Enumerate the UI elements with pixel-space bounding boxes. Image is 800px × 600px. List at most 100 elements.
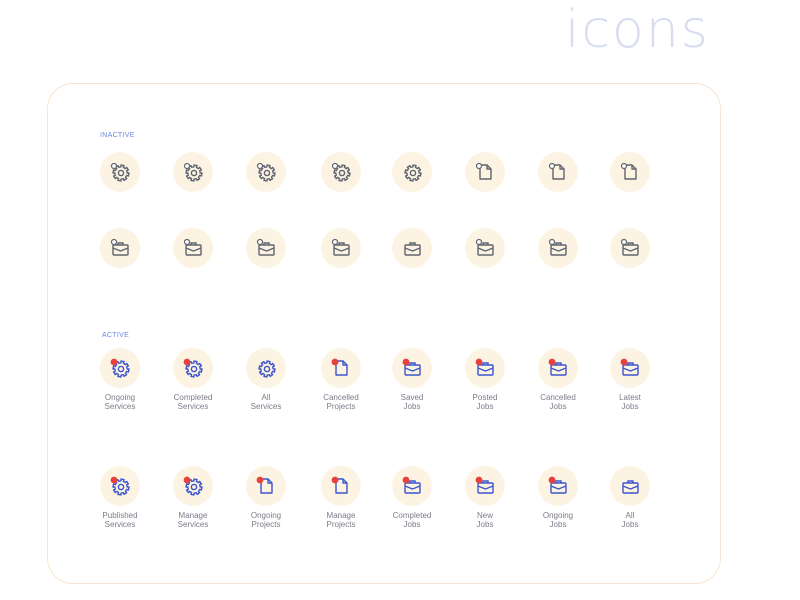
icon-caption-line: Jobs (403, 402, 421, 411)
document-icon-button[interactable] (321, 466, 361, 506)
icon-caption-line: Services (177, 402, 209, 411)
icon-caption-line: Jobs (621, 402, 639, 411)
briefcase-icon (331, 238, 350, 256)
icon-caption-line: Services (104, 520, 136, 529)
gear-icon (183, 162, 203, 182)
icon-caption: Posted Jobs (445, 393, 525, 411)
icon-tile (518, 152, 598, 232)
status-dot (620, 238, 628, 246)
icon-tile: All Services (226, 348, 306, 428)
briefcase-icon-button[interactable] (465, 228, 505, 268)
briefcase-icon-button[interactable] (246, 228, 286, 268)
status-dot (475, 358, 483, 366)
document-icon (548, 162, 565, 180)
status-dot (475, 162, 483, 170)
icon-caption-line: Ongoing (104, 393, 136, 402)
document-icon-button[interactable] (610, 152, 650, 192)
icon-caption-line: Completed (173, 393, 213, 402)
icon-tile: Ongoing Jobs (518, 466, 598, 546)
icon-caption-line: New (476, 511, 493, 520)
gear-icon-button[interactable] (321, 152, 361, 192)
briefcase-icon (402, 358, 421, 376)
briefcase-icon (622, 480, 639, 494)
icon-tile (590, 228, 670, 308)
briefcase-icon (620, 358, 639, 376)
briefcase-icon (404, 242, 421, 256)
briefcase-icon-button[interactable] (610, 466, 650, 506)
briefcase-icon-button[interactable] (538, 348, 578, 388)
briefcase-icon-button[interactable] (538, 466, 578, 506)
status-dot (402, 358, 410, 366)
icon-tile (80, 228, 160, 308)
status-dot (256, 476, 264, 484)
icon-tile: New Jobs (445, 466, 525, 546)
icon-caption: Cancelled Jobs (518, 393, 598, 411)
briefcase-icon-button[interactable] (610, 348, 650, 388)
status-dot (256, 162, 264, 170)
status-dot (475, 238, 483, 246)
document-icon-button[interactable] (321, 348, 361, 388)
icon-caption: New Jobs (445, 511, 525, 529)
gear-icon (110, 476, 130, 496)
gear-icon-button[interactable] (173, 348, 213, 388)
briefcase-icon-button[interactable] (538, 228, 578, 268)
briefcase-icon-button[interactable] (392, 228, 432, 268)
document-icon (331, 476, 348, 494)
briefcase-icon-button[interactable] (392, 348, 432, 388)
icon-caption-line: Services (177, 520, 209, 529)
gear-icon-button[interactable] (100, 152, 140, 192)
briefcase-icon-button[interactable] (465, 348, 505, 388)
gear-icon-button[interactable] (173, 152, 213, 192)
status-dot (548, 238, 556, 246)
gear-icon-button[interactable] (100, 466, 140, 506)
icon-caption-line: Manage (178, 511, 208, 520)
briefcase-icon (548, 238, 567, 256)
icon-caption-line: All (625, 511, 635, 520)
icon-tile (372, 228, 452, 308)
briefcase-icon-button[interactable] (321, 228, 361, 268)
icon-caption-line: Services (250, 402, 282, 411)
briefcase-icon-button[interactable] (610, 228, 650, 268)
status-dot (183, 162, 191, 170)
gear-icon-button[interactable] (173, 466, 213, 506)
icon-tile (301, 228, 381, 308)
icon-caption-line: Jobs (476, 402, 494, 411)
icon-caption-line: Ongoing (250, 511, 282, 520)
icon-caption-line: Ongoing (542, 511, 574, 520)
briefcase-icon-button[interactable] (100, 228, 140, 268)
briefcase-icon (475, 238, 494, 256)
status-dot (548, 358, 556, 366)
icon-caption-line: Published (102, 511, 138, 520)
icon-caption: Manage Services (153, 511, 233, 529)
document-icon-button[interactable] (246, 466, 286, 506)
icon-caption-line: Jobs (476, 520, 494, 529)
briefcase-icon-button[interactable] (392, 466, 432, 506)
icon-caption-line: Cancelled (323, 393, 359, 402)
document-icon-button[interactable] (538, 152, 578, 192)
gear-icon-button[interactable] (246, 348, 286, 388)
gear-icon (331, 162, 351, 182)
gear-icon (183, 358, 203, 378)
icon-caption-line: Saved (400, 393, 424, 402)
status-dot (183, 238, 191, 246)
icon-tile: Ongoing Services (80, 348, 160, 428)
document-icon (256, 476, 273, 494)
icon-tile: Posted Jobs (445, 348, 525, 428)
status-dot (110, 162, 118, 170)
briefcase-icon-button[interactable] (173, 228, 213, 268)
icon-tile (301, 152, 381, 232)
icon-tile: Latest Jobs (590, 348, 670, 428)
status-dot (331, 358, 339, 366)
icon-caption: Completed Services (153, 393, 233, 411)
gear-icon-button[interactable] (392, 152, 432, 192)
briefcase-icon-button[interactable] (465, 466, 505, 506)
document-icon-button[interactable] (465, 152, 505, 192)
icon-caption: Ongoing Projects (226, 511, 306, 529)
icon-caption-line: Services (104, 402, 136, 411)
gear-icon-button[interactable] (100, 348, 140, 388)
status-dot (110, 358, 118, 366)
icon-tile (445, 228, 525, 308)
icon-caption: Ongoing Services (80, 393, 160, 411)
gear-icon-button[interactable] (246, 152, 286, 192)
icon-tile: Completed Jobs (372, 466, 452, 546)
